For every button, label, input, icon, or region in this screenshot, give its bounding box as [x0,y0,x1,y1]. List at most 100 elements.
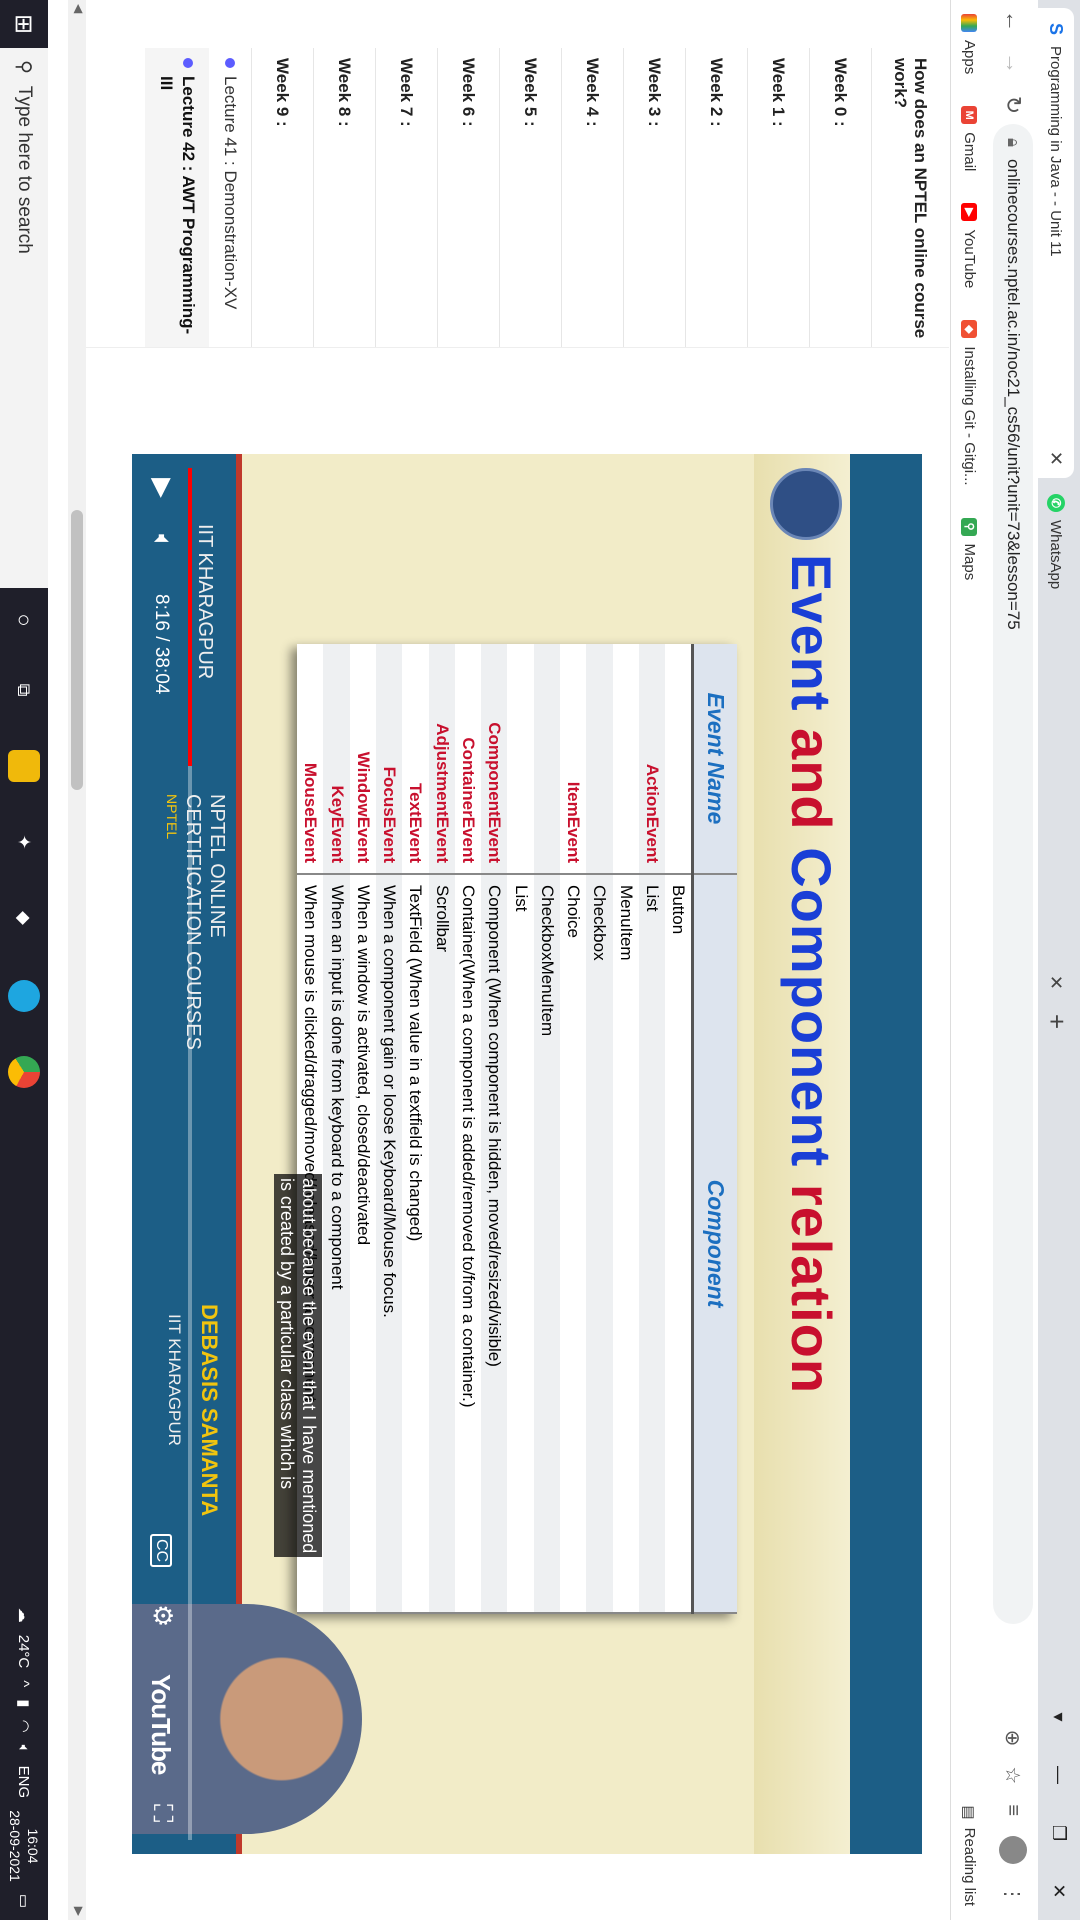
table-row: ItemEvent Choice [559,644,587,1613]
component-cell: Choice [559,874,587,1613]
bookmark-apps[interactable]: Apps [961,14,978,74]
sidebar-item-week[interactable]: Week 0 : [809,48,871,347]
chrome-icon[interactable] [8,1056,40,1088]
table-row: MenuItem [612,644,639,1613]
bookmark-youtube[interactable]: ▶ YouTube [961,203,978,288]
app-icon[interactable]: ✦ [8,826,40,858]
edge-icon[interactable] [8,980,40,1012]
sidebar-item-label: Week 0 : [831,58,851,127]
title-word: relation [780,1183,843,1395]
back-icon[interactable]: ← [1000,0,1026,42]
event-name-cell: ContainerEvent [454,644,482,874]
bullet-icon [225,58,235,68]
table-row: TextEvent TextField (When value in a text… [402,644,429,1613]
weather-temp[interactable]: 24°C [16,1635,33,1669]
table-row: KeyEvent When an input is done from keybo… [323,644,350,1613]
sidebar-lecture-current[interactable]: Lecture 42 : AWT Programming-III [145,48,209,347]
close-icon[interactable]: ✕ [1046,451,1067,466]
speaker-icon[interactable]: 🔈︎ [16,1745,33,1754]
search-input[interactable]: ⚲ Type here to search [0,48,48,588]
bookmark-maps[interactable]: ⚲ Maps [961,517,978,580]
title-word: Component [780,847,843,1168]
sidebar-item-week[interactable]: Week 7 : [375,48,437,347]
settings-icon[interactable]: ⚙ [147,1604,178,1627]
event-name-cell: ItemEvent [559,644,587,874]
sidebar-item-week[interactable]: Week 8 : [313,48,375,347]
cortana-icon[interactable]: ○ [8,604,40,636]
task-view-icon[interactable]: ⧉ [8,674,40,706]
zoom-icon[interactable]: ⊕ [1001,1730,1026,1747]
close-window-button[interactable]: ✕ [1038,1862,1080,1920]
file-explorer-icon[interactable] [8,750,40,782]
sidebar-item-week[interactable]: Week 1 : [747,48,809,347]
windows-start-icon[interactable]: ⊞ [0,0,48,48]
bookmark-git[interactable]: ◆ Installing Git - Gitgi... [961,320,978,486]
volume-icon[interactable]: 🔈︎ [146,534,178,550]
bookmark-label: Installing Git - Gitgi... [961,346,978,486]
fullscreen-icon[interactable]: ⛶ [146,1804,178,1822]
minimize-button[interactable]: — [1038,1746,1080,1804]
gmail-icon: M [961,106,978,125]
event-name-cell: WindowEvent [349,644,376,874]
notification-icon[interactable]: ▭ [15,1894,33,1908]
video-player[interactable]: Event and Component relation Event Name … [132,454,922,1854]
tab-title: Programming in Java - - Unit 11 [1047,46,1065,257]
event-name-cell: ActionEvent [638,644,666,874]
app-icon[interactable]: ◆ [8,902,40,934]
event-name-cell [586,644,613,874]
clock[interactable]: 16:04 28-09-2021 [6,1810,42,1882]
table-row: WindowEvent When a window is activated, c… [349,644,376,1613]
address-bar[interactable]: 🔒︎ onlinecourses.nptel.ac.in/noc21_cs56/… [993,124,1033,1624]
progress-played [188,468,192,766]
title-word: and [780,728,843,831]
reading-list-button[interactable]: ▤ Reading list [961,1805,979,1906]
sidebar-item-week[interactable]: Week 5 : [499,48,561,347]
event-table: Event Name Component Button ActionEvent Li… [297,644,737,1614]
player-controls: ▶ 🔈︎ 8:16 / 38:04 CC ⚙ YouTube ⛶ [132,454,192,1854]
sidebar-item-week[interactable]: Week 3 : [623,48,685,347]
scroll-thumb[interactable] [71,510,83,790]
youtube-logo[interactable]: YouTube [145,1674,176,1774]
language-indicator[interactable]: ENG [16,1766,33,1799]
table-row: Button [665,644,693,1613]
close-icon[interactable]: ✕ [1046,975,1067,990]
lecture-slide: Event and Component relation Event Name … [132,454,922,1854]
sidebar-item-intro[interactable]: How does an NPTEL online course work? [871,48,949,347]
sidebar-lecture[interactable]: Lecture 41 : Demonstration-XV [209,48,251,347]
tab-programming-java[interactable]: S Programming in Java - - Unit 11 ✕ [1038,8,1074,478]
component-cell: Container(When a component is added/remo… [454,874,482,1613]
weather-icon[interactable]: ☁ [15,1608,33,1623]
horizontal-scrollbar[interactable]: ◀ ▶ [68,0,86,1920]
sidebar-item-label: Week 6 : [459,58,479,127]
sidebar-item-week[interactable]: Week 6 : [437,48,499,347]
menu-icon[interactable]: ⋮ [1001,1884,1026,1904]
forward-icon[interactable]: → [1000,42,1026,84]
new-tab-button[interactable]: + [1041,1014,1072,1029]
battery-icon[interactable]: ▮ [15,1699,33,1707]
avatar[interactable] [999,1836,1027,1864]
maximize-button[interactable]: ❐ [1038,1804,1080,1862]
captions-button[interactable]: CC [150,1534,172,1568]
progress-bar[interactable] [188,468,192,1840]
playlist-icon[interactable]: ≡ [1002,1804,1025,1816]
tab-whatsapp[interactable]: ✆ WhatsApp ✕ [1038,482,1074,1002]
nptel-icon: S [1047,20,1067,38]
sidebar-item-week[interactable]: Week 9 : [251,48,313,347]
tab-search-icon[interactable]: ▾ [1038,1688,1080,1746]
sidebar-item-week[interactable]: Week 4 : [561,48,623,347]
bookmark-gmail[interactable]: M Gmail [961,106,978,171]
scroll-left-icon[interactable]: ◀ [72,4,86,13]
star-icon[interactable]: ☆ [1001,1766,1026,1784]
wifi-icon[interactable]: ◠ [15,1720,33,1733]
component-cell: List [507,874,534,1613]
caption-box: about because the event that I have ment… [274,1174,322,1558]
play-icon[interactable]: ▶ [147,478,178,498]
scroll-right-icon[interactable]: ▶ [72,1907,86,1916]
chevron-up-icon[interactable]: ^ [16,1680,33,1687]
component-cell: When an input is done from keyboard to a… [323,874,350,1613]
sidebar-item-week[interactable]: Week 2 : [685,48,747,347]
sidebar-item-label: Week 2 : [707,58,727,127]
event-name-cell [507,644,534,874]
reload-icon[interactable]: ↻ [1000,84,1026,126]
bullet-icon [183,58,193,68]
